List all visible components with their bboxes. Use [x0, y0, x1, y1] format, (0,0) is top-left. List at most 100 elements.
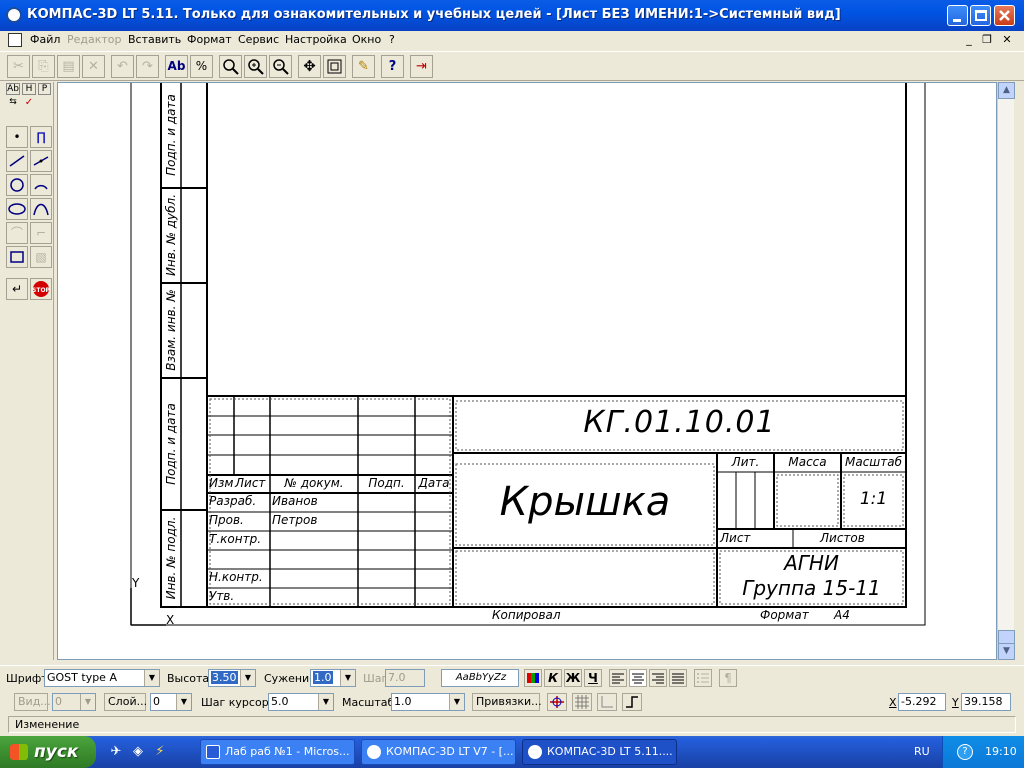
tab-param[interactable]: P	[38, 83, 51, 95]
tab-dimension[interactable]: H	[22, 83, 36, 95]
spellcheck-button[interactable]: %	[190, 55, 213, 78]
point-icon[interactable]: •	[6, 126, 28, 148]
group-name[interactable]: Группа 15-11	[720, 576, 903, 600]
cursor-step-select[interactable]: 5.0 ▼	[268, 693, 334, 711]
tab-text[interactable]: Ab	[6, 83, 20, 95]
part-name[interactable]: Крышка	[456, 479, 714, 525]
font-select[interactable]: GOST type A ▼	[44, 669, 160, 687]
zoom-icon[interactable]	[219, 55, 242, 78]
mdi-restore-icon[interactable]: ❐	[980, 34, 994, 47]
chamfer-icon[interactable]: ⌐	[30, 222, 52, 244]
menu-service[interactable]: Сервис	[238, 33, 279, 46]
menu-insert[interactable]: Вставить	[128, 33, 181, 46]
redo-icon[interactable]: ↷	[136, 55, 159, 78]
ortho-icon[interactable]	[622, 693, 642, 711]
language-indicator[interactable]: RU	[914, 745, 930, 758]
clock[interactable]: 19:10	[985, 745, 1017, 758]
paste-icon[interactable]: ▤	[57, 55, 80, 78]
select-icon[interactable]: ⇆	[6, 97, 20, 111]
properties-icon[interactable]: ✎	[352, 55, 375, 78]
dropdown-arrow-icon[interactable]: ▼	[80, 694, 95, 710]
dropdown-arrow-icon[interactable]: ▼	[318, 694, 333, 710]
grid-icon[interactable]	[572, 693, 592, 711]
cut-icon[interactable]: ✂	[7, 55, 30, 78]
hatch-icon[interactable]: ▧	[30, 246, 52, 268]
dropdown-arrow-icon[interactable]: ▼	[176, 694, 191, 710]
scroll-thumb[interactable]	[998, 630, 1015, 644]
task-word-document[interactable]: Лаб раб №1 - Micros...	[200, 739, 355, 765]
task-kompas-511[interactable]: КОМПАС-3D LT 5.11....	[522, 739, 677, 765]
height-select[interactable]: 3.50 ▼	[208, 669, 256, 687]
menu-help[interactable]: ?	[389, 33, 395, 46]
undo-icon[interactable]: ↶	[111, 55, 134, 78]
close-button[interactable]	[994, 5, 1015, 26]
task-kompas-v7[interactable]: КОМПАС-3D LT V7 - [...	[361, 739, 516, 765]
document-icon[interactable]	[8, 33, 22, 47]
bold-button[interactable]: Ж	[564, 669, 582, 687]
y-coordinate[interactable]: 39.158	[961, 693, 1011, 711]
menu-settings[interactable]: Настройка	[285, 33, 347, 46]
copy-icon[interactable]: ⎘	[32, 55, 55, 78]
scroll-up-icon[interactable]: ▲	[998, 82, 1015, 99]
vertical-scrollbar[interactable]: ▲ ▼	[997, 82, 1015, 660]
italic-button[interactable]: К	[544, 669, 562, 687]
help-tray-icon[interactable]: ?	[957, 744, 973, 760]
mdi-minimize-icon[interactable]: _	[962, 34, 976, 47]
x-coordinate[interactable]: -5.292	[898, 693, 946, 711]
pan-icon[interactable]: ✥	[298, 55, 321, 78]
menu-window[interactable]: Окно	[352, 33, 381, 46]
zoom-all-icon[interactable]	[323, 55, 346, 78]
scroll-down-icon[interactable]: ▼	[998, 643, 1015, 660]
grid-snap-icon[interactable]	[547, 693, 567, 711]
align-right-icon[interactable]	[649, 669, 667, 687]
auxiliary-line-icon[interactable]: ∏	[30, 126, 52, 148]
enter-icon[interactable]: ↵	[6, 278, 28, 300]
drawing-designation[interactable]: КГ.01.10.01	[456, 405, 903, 440]
start-button[interactable]: пуск	[0, 736, 96, 768]
snaps-button[interactable]: Привязки...	[472, 693, 542, 711]
quick-launch-icon[interactable]: ✈	[108, 744, 124, 760]
ellipse-icon[interactable]	[6, 198, 28, 220]
kompas-app-icon[interactable]	[6, 7, 22, 23]
menu-file[interactable]: Файл	[30, 33, 60, 46]
compress-select[interactable]: 1.0 ▼	[310, 669, 356, 687]
mdi-close-icon[interactable]: ✕	[1000, 34, 1014, 47]
segment-icon[interactable]	[6, 150, 28, 172]
paragraph-button[interactable]: ¶	[719, 669, 737, 687]
layer-select[interactable]: 0 ▼	[150, 693, 192, 711]
zoom-out-icon[interactable]	[269, 55, 292, 78]
organization-name[interactable]: АГНИ	[720, 551, 903, 575]
title-bar[interactable]: КОМПАС-3D LT 5.11. Только для ознакомите…	[0, 0, 1024, 31]
bezier-icon[interactable]	[30, 198, 52, 220]
align-center-icon[interactable]	[629, 669, 647, 687]
text-button[interactable]: Ab	[165, 55, 188, 78]
quick-launch-icon[interactable]: ⚡	[152, 744, 168, 760]
row-name[interactable]: Иванов	[272, 494, 318, 508]
context-help-button[interactable]: ?	[381, 55, 404, 78]
layer-button[interactable]: Слой...	[104, 693, 147, 711]
exit-icon[interactable]: ⇥	[410, 55, 433, 78]
quick-launch-icon[interactable]: ◈	[130, 744, 146, 760]
dropdown-arrow-icon[interactable]: ▼	[449, 694, 464, 710]
underline-button[interactable]: Ч	[584, 669, 602, 687]
menu-format[interactable]: Формат	[187, 33, 232, 46]
edit-icon[interactable]: ✓	[22, 97, 36, 111]
view-button[interactable]: Вид...	[14, 693, 51, 711]
align-justify-icon[interactable]	[669, 669, 687, 687]
dropdown-arrow-icon[interactable]: ▼	[240, 670, 255, 686]
list-icon[interactable]	[694, 669, 712, 687]
align-left-icon[interactable]	[609, 669, 627, 687]
color-icon[interactable]	[524, 669, 542, 687]
rectangle-icon[interactable]	[6, 246, 28, 268]
row-name[interactable]: Петров	[272, 513, 317, 527]
segment-tangent-icon[interactable]	[30, 150, 52, 172]
minimize-button[interactable]	[947, 5, 968, 26]
maximize-button[interactable]	[970, 5, 991, 26]
dropdown-arrow-icon[interactable]: ▼	[144, 670, 159, 686]
local-cs-icon[interactable]	[597, 693, 617, 711]
zoom-in-icon[interactable]	[244, 55, 267, 78]
view-scale-select[interactable]: 1.0 ▼	[391, 693, 465, 711]
delete-icon[interactable]: ✕	[82, 55, 105, 78]
circle-icon[interactable]	[6, 174, 28, 196]
view-select[interactable]: 0 ▼	[52, 693, 96, 711]
